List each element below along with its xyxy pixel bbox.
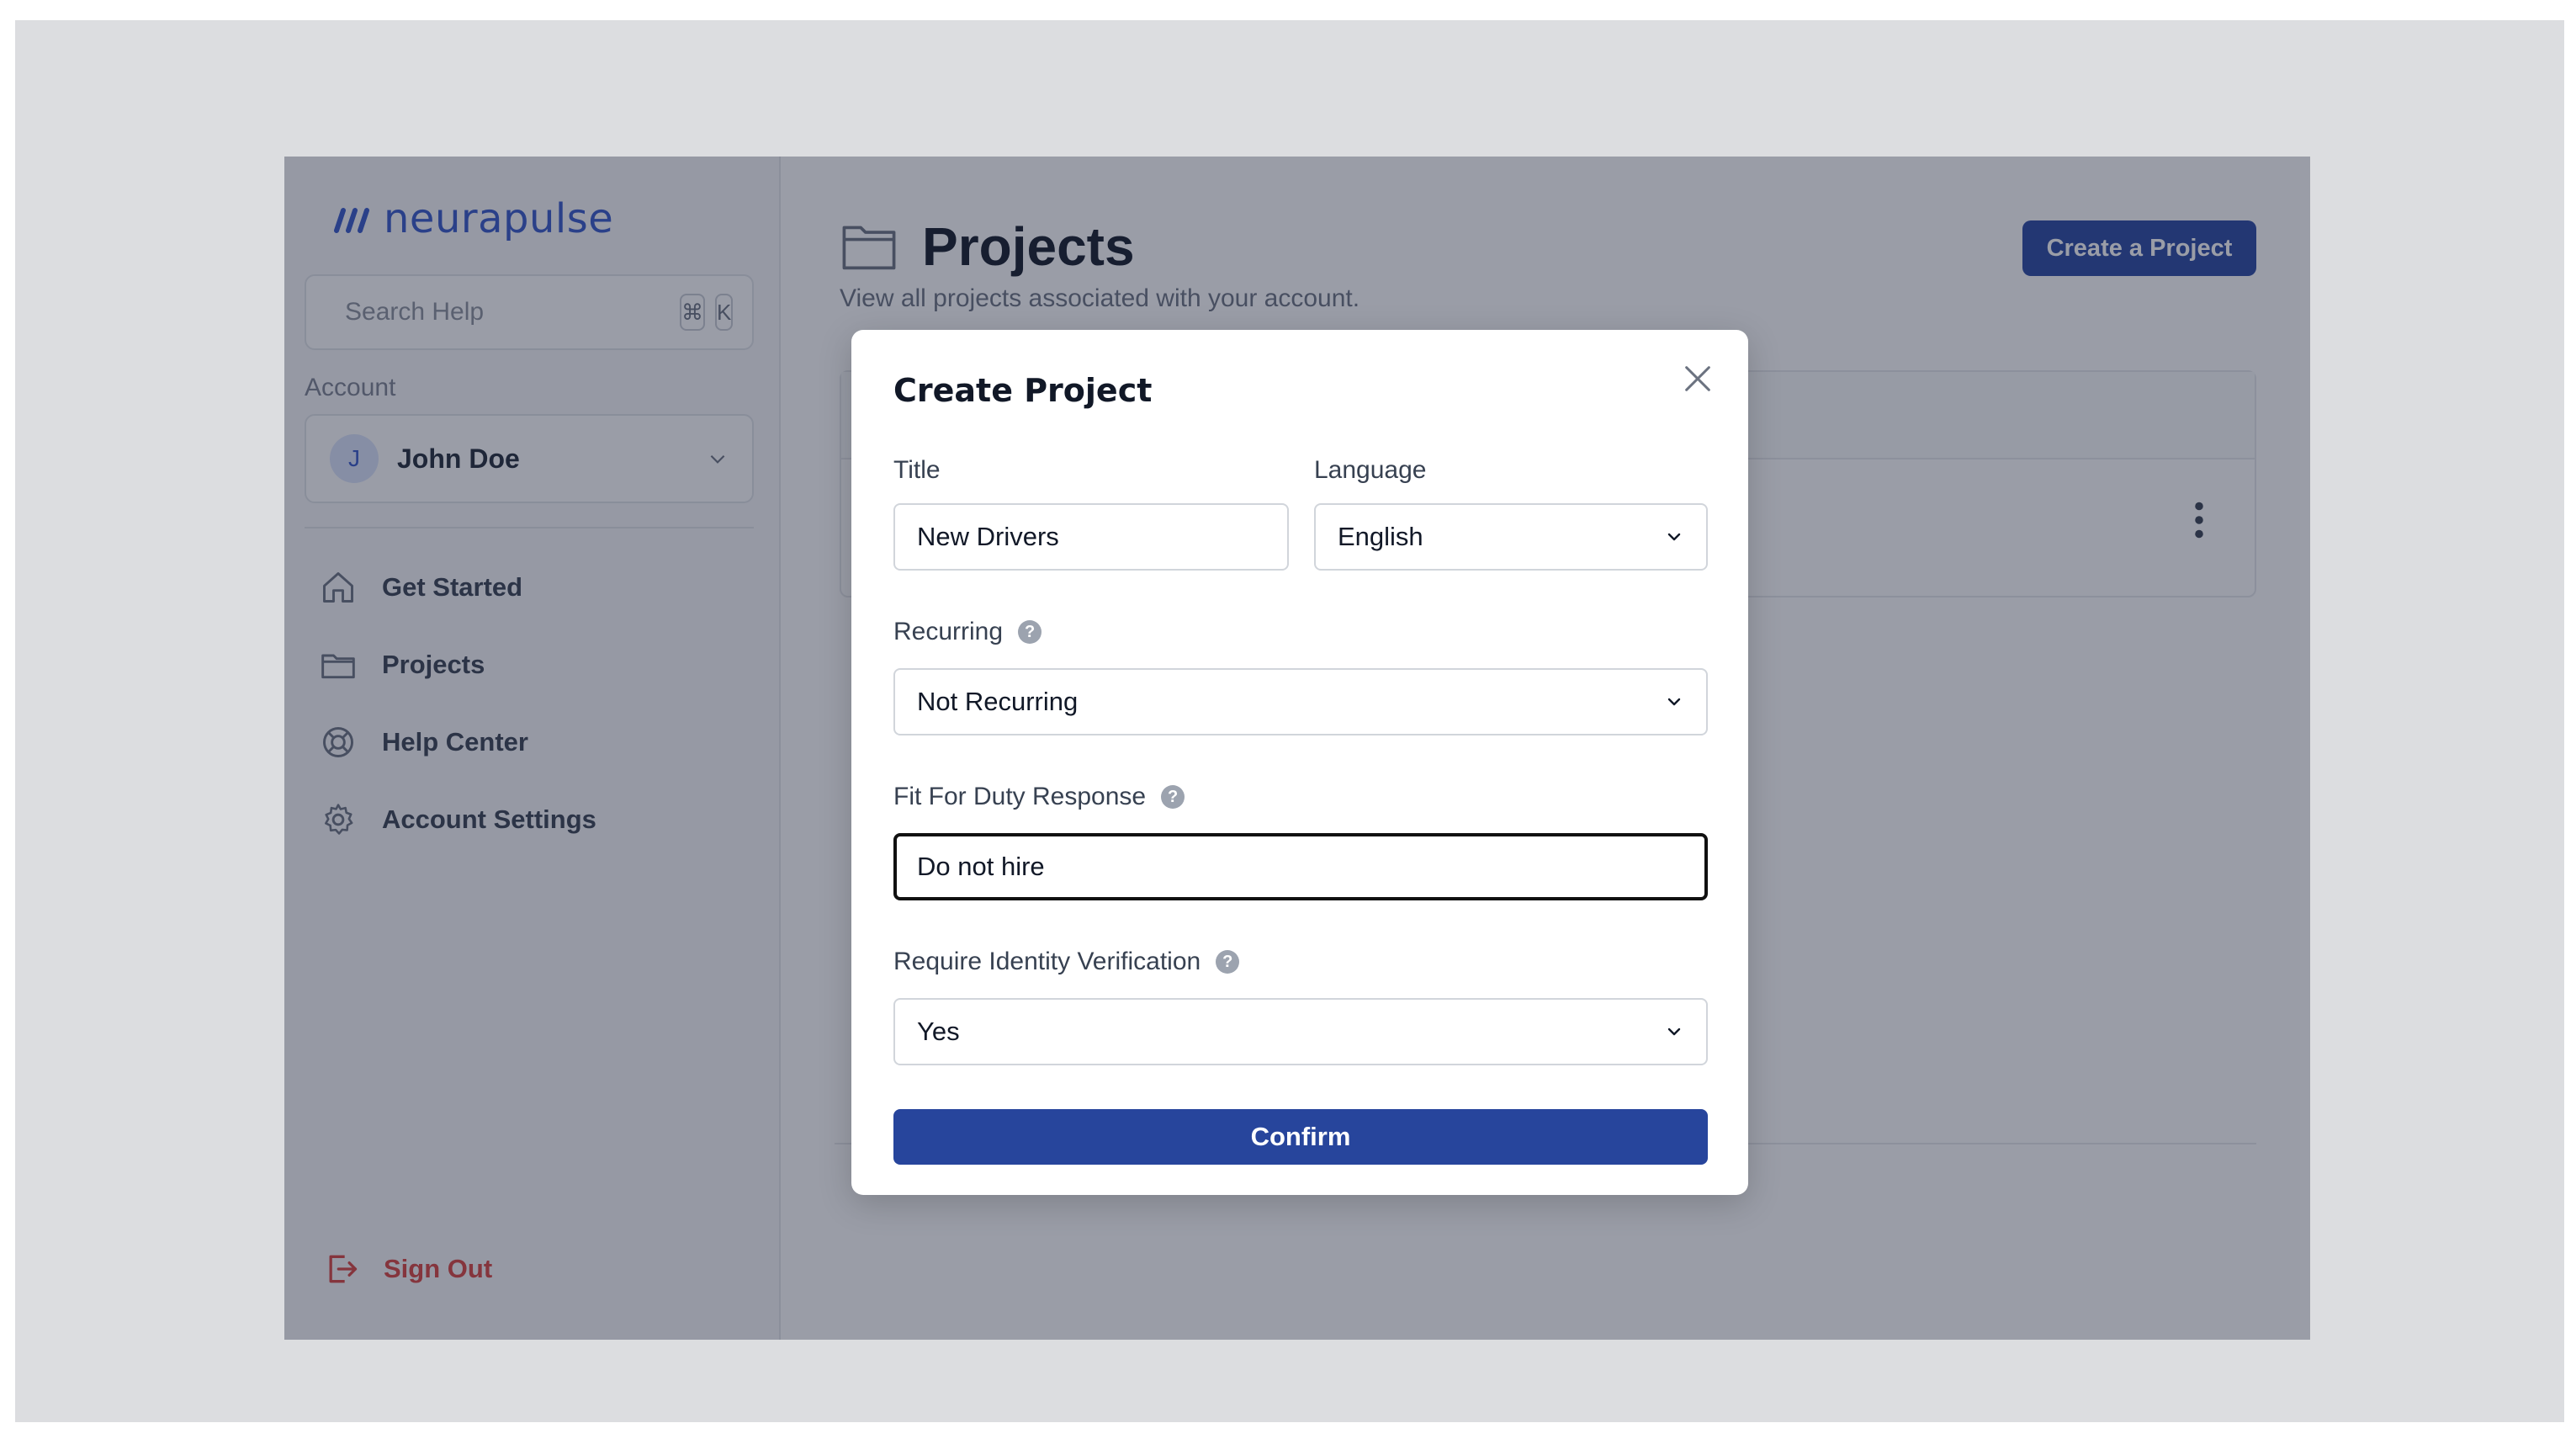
close-icon (1685, 366, 1710, 391)
confirm-button[interactable]: Confirm (893, 1109, 1708, 1165)
identity-verification-select[interactable]: Yes (893, 998, 1708, 1065)
language-selected-value: English (1338, 522, 1423, 551)
app-window: neurapulse ⌘ K Account J John Doe (284, 157, 2310, 1340)
identity-verification-field-label: Require Identity Verification ? (893, 948, 1240, 976)
language-field-label: Language (1314, 456, 1426, 485)
help-icon[interactable]: ? (1018, 620, 1042, 644)
title-input[interactable] (917, 522, 1265, 552)
chevron-down-icon (1667, 533, 1681, 541)
create-project-dialog: Create Project Title Language English (851, 330, 1748, 1195)
identity-label-text: Require Identity Verification (893, 948, 1201, 975)
chevron-down-icon (1667, 698, 1681, 706)
fit-for-duty-field[interactable] (893, 833, 1708, 900)
title-label-text: Title (893, 456, 941, 484)
recurring-select[interactable]: Not Recurring (893, 668, 1708, 735)
close-button[interactable] (1681, 362, 1715, 396)
title-field-label: Title (893, 456, 941, 485)
help-icon[interactable]: ? (1216, 950, 1240, 974)
fit-for-duty-label-text: Fit For Duty Response (893, 783, 1147, 810)
identity-selected-value: Yes (917, 1017, 960, 1046)
fit-for-duty-input[interactable] (917, 852, 1684, 882)
screen-frame: neurapulse ⌘ K Account J John Doe (15, 20, 2564, 1422)
recurring-field-label: Recurring ? (893, 618, 1042, 646)
fit-for-duty-field-label: Fit For Duty Response ? (893, 783, 1185, 811)
title-field[interactable] (893, 503, 1289, 571)
recurring-label-text: Recurring (893, 618, 1004, 645)
language-label-text: Language (1314, 456, 1427, 484)
chevron-down-icon (1667, 1027, 1681, 1036)
language-select[interactable]: English (1314, 503, 1708, 571)
dialog-title: Create Project (893, 372, 1153, 409)
help-icon[interactable]: ? (1161, 785, 1185, 809)
recurring-selected-value: Not Recurring (917, 687, 1079, 716)
